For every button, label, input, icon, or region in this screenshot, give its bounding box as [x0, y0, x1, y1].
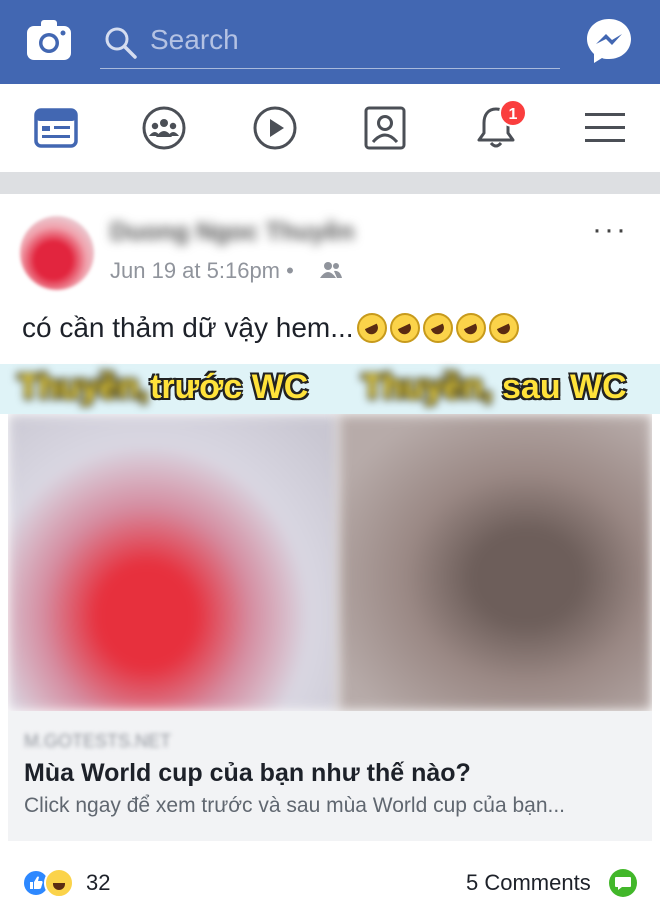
reaction-count: 32 [86, 870, 111, 895]
feed-divider [0, 172, 660, 194]
more-options-button[interactable]: ··· [592, 215, 628, 245]
caption-text: có cần thảm dữ vậy hem... [22, 312, 354, 343]
search-placeholder: Search [150, 24, 239, 55]
rolling-laughing-emoji [389, 313, 420, 343]
before-photo [8, 414, 338, 711]
reactions-summary[interactable]: 32 [22, 868, 110, 898]
tab-news-feed[interactable] [30, 102, 82, 154]
link-preview[interactable]: M.GOTESTS.NET Mùa World cup của bạn như … [8, 711, 652, 841]
link-domain: M.GOTESTS.NET [24, 731, 172, 751]
banner-right-name: Thuyền, [362, 368, 493, 406]
friends-audience-icon [320, 262, 342, 278]
comment-icon[interactable] [608, 868, 638, 898]
tab-profile[interactable] [359, 102, 411, 154]
post-time[interactable]: Jun 19 at 5:16pm • [110, 258, 294, 284]
messenger-icon[interactable] [584, 16, 634, 66]
top-bar: Search [0, 0, 660, 84]
nav-bar [0, 84, 660, 173]
after-photo [338, 414, 652, 711]
link-description: Click ngay để xem trước và sau mùa World… [24, 794, 566, 817]
news-feed-icon [34, 108, 78, 148]
banner-right-text: sau WC [502, 368, 627, 406]
profile-icon [364, 106, 406, 150]
post-caption: có cần thảm dữ vậy hem... [22, 312, 519, 344]
menu-icon [585, 113, 625, 142]
rolling-laughing-emoji [356, 313, 387, 343]
groups-icon [142, 106, 186, 150]
comments-count[interactable]: 5 Comments [466, 870, 591, 896]
image-banner: Thuyền, trước WC Thuyền, sau WC [0, 364, 660, 414]
search-icon [105, 27, 137, 59]
rolling-laughing-emoji [422, 313, 453, 343]
search-input[interactable]: Search [100, 16, 560, 69]
link-title: Mùa World cup của bạn như thế nào? [24, 759, 471, 787]
banner-left-text: trước WC [150, 368, 309, 406]
camera-icon[interactable] [26, 19, 72, 61]
avatar[interactable] [20, 216, 94, 290]
tab-menu[interactable] [579, 102, 631, 154]
post-card: Duong Ngoc Thuyền Jun 19 at 5:16pm • ···… [0, 194, 660, 911]
link-image[interactable] [8, 414, 652, 711]
tab-watch[interactable] [249, 102, 301, 154]
tab-groups[interactable] [138, 102, 190, 154]
haha-reaction-icon [44, 868, 74, 898]
watch-icon [253, 106, 297, 150]
banner-left-name: Thuyền, [18, 368, 149, 406]
notification-badge: 1 [499, 99, 527, 127]
rolling-laughing-emoji [455, 313, 486, 343]
author-name[interactable]: Duong Ngoc Thuyền [110, 218, 354, 247]
rolling-laughing-emoji [488, 313, 519, 343]
